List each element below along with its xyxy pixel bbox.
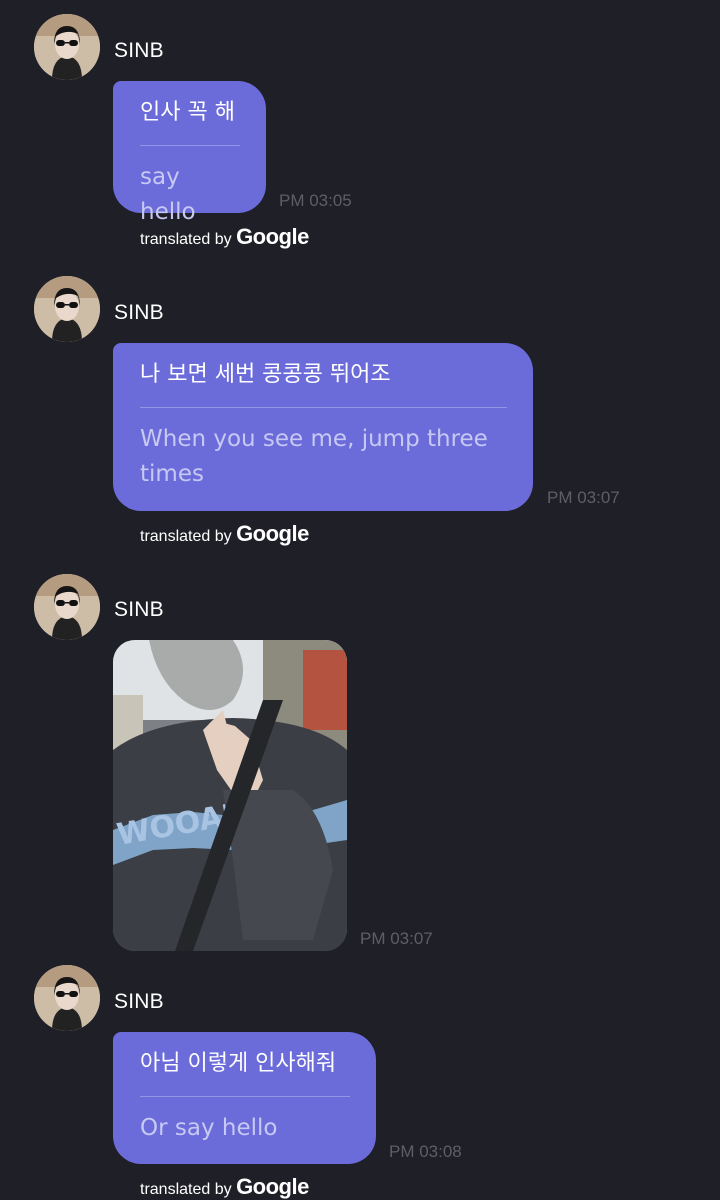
sender-name: SINB (114, 301, 164, 324)
selfie-image: WOOAHNG (113, 640, 347, 951)
timestamp: PM 03:07 (360, 929, 433, 948)
sender-name: SINB (114, 598, 164, 621)
translated-text: When you see me, jump three times (140, 426, 488, 487)
timestamp: PM 03:05 (279, 191, 352, 210)
timestamp: PM 03:08 (389, 1142, 462, 1161)
sender-name: SINB (114, 990, 164, 1013)
avatar[interactable] (34, 574, 100, 640)
translation-credit: translated by Google (140, 1174, 309, 1200)
translation-credit: translated by Google (140, 224, 309, 250)
avatar-photo (34, 965, 100, 1031)
original-text: 인사 꼭 해 (140, 100, 235, 125)
divider (140, 145, 240, 146)
sender-name: SINB (114, 39, 164, 62)
translated-text: say hello (140, 164, 196, 225)
avatar-photo (34, 276, 100, 342)
translated-text: Or say hello (140, 1115, 278, 1141)
translation-credit: translated by Google (140, 521, 309, 547)
avatar[interactable] (34, 14, 100, 80)
google-logo: Google (236, 521, 309, 546)
message-bubble[interactable]: 인사 꼭 해 say hello (113, 81, 266, 225)
original-text: 나 보면 세번 콩콩콩 뛰어조 (140, 362, 391, 387)
divider (140, 407, 507, 408)
message-bubble[interactable]: 아님 이렇게 인사해줘 Or say hello (113, 1032, 376, 1164)
google-logo: Google (236, 1174, 309, 1199)
credit-prefix: translated by (140, 1181, 232, 1198)
avatar-photo (34, 574, 100, 640)
avatar[interactable] (34, 965, 100, 1031)
message-bubble[interactable]: 나 보면 세번 콩콩콩 뛰어조 When you see me, jump th… (113, 343, 533, 511)
original-text: 아님 이렇게 인사해줘 (140, 1051, 337, 1076)
credit-prefix: translated by (140, 231, 232, 248)
avatar-photo (34, 14, 100, 80)
google-logo: Google (236, 224, 309, 249)
avatar[interactable] (34, 276, 100, 342)
divider (140, 1096, 350, 1097)
timestamp: PM 03:07 (547, 488, 620, 507)
credit-prefix: translated by (140, 528, 232, 545)
photo-message[interactable]: WOOAHNG (113, 640, 347, 951)
